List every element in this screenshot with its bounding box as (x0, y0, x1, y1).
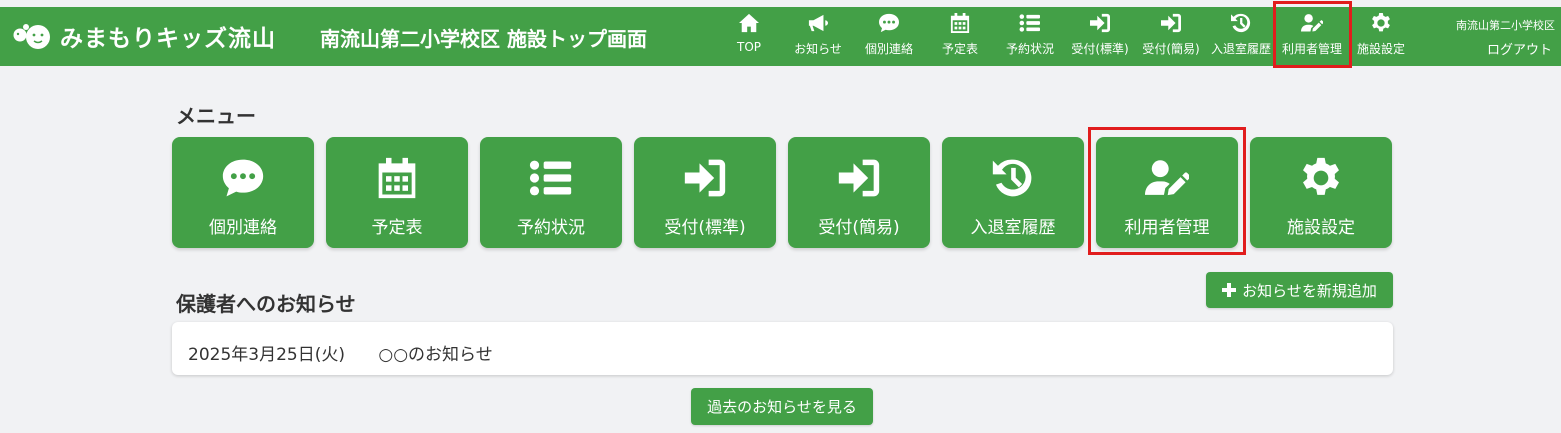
sign-in-icon (1089, 13, 1111, 33)
history-icon (1230, 13, 1252, 33)
nav-label: 予約状況 (1005, 42, 1054, 56)
nav-entry-history[interactable]: 入退室履歴 (1207, 13, 1275, 61)
sign-in-icon (837, 157, 881, 199)
menu-reception-simple[interactable]: 受付(簡易) (788, 137, 930, 248)
notice-list: 2025年3月25日(火) ○○のお知らせ (172, 322, 1393, 375)
add-notice-label: お知らせを新規追加 (1242, 281, 1377, 300)
menu-label: 入退室履歴 (970, 218, 1056, 238)
megaphone-icon (807, 13, 829, 33)
menu-reception-standard[interactable]: 受付(標準) (634, 137, 776, 248)
logout-link[interactable]: ログアウト (1487, 39, 1552, 58)
past-notices-label: 過去のお知らせを見る (707, 398, 857, 416)
menu-label: 個別連絡 (209, 218, 277, 238)
calendar-icon (375, 157, 419, 199)
chat-icon (221, 157, 265, 199)
list-icon (1019, 13, 1041, 33)
menu-label: 予定表 (371, 218, 423, 238)
sign-in-icon (683, 157, 727, 199)
notice-date: 2025年3月25日(火) (188, 345, 345, 365)
menu-entry-history[interactable]: 入退室履歴 (942, 137, 1084, 248)
nav-label: TOP (736, 40, 761, 54)
nav-reception-simple[interactable]: 受付(簡易) (1137, 13, 1205, 61)
highlight-box-nav (1273, 1, 1352, 68)
menu-individual-contact[interactable]: 個別連絡 (172, 137, 314, 248)
nav-facility-settings[interactable]: 施設設定 (1353, 13, 1409, 61)
menu-label: 予約状況 (517, 218, 585, 238)
nav-label: 入退室履歴 (1210, 42, 1271, 56)
gear-icon (1299, 157, 1343, 199)
past-notices-button[interactable]: 過去のお知らせを見る (691, 388, 873, 425)
nav-label: 施設設定 (1356, 42, 1405, 56)
menu-schedule[interactable]: 予定表 (326, 137, 468, 248)
nav-individual-contact[interactable]: 個別連絡 (860, 13, 918, 61)
list-icon (529, 157, 573, 199)
nav-label: 予定表 (941, 42, 978, 56)
sign-in-icon (1160, 13, 1182, 33)
history-icon (991, 157, 1035, 199)
menu-label: 受付(簡易) (818, 218, 900, 238)
list-item[interactable]: 2025年3月25日(火) ○○のお知らせ (188, 340, 493, 365)
chat-icon (878, 13, 900, 33)
nav-notices[interactable]: お知らせ (789, 13, 847, 61)
page-title: 南流山第二小学校区 施設トップ画面 (320, 27, 647, 51)
plus-icon (1222, 283, 1236, 297)
home-icon (738, 13, 760, 33)
nav-schedule[interactable]: 予定表 (938, 13, 982, 61)
school-name: 南流山第二小学校区 (1456, 19, 1555, 32)
app-logo[interactable]: みまもりキッズ流山 (12, 19, 276, 53)
menu-facility-settings[interactable]: 施設設定 (1250, 137, 1392, 248)
menu-reservation-status[interactable]: 予約状況 (480, 137, 622, 248)
menu-label: 受付(標準) (664, 218, 746, 238)
nav-reservation-status[interactable]: 予約状況 (1001, 13, 1059, 61)
notice-text: ○○のお知らせ (378, 345, 493, 365)
gear-icon (1370, 13, 1392, 33)
nav-top[interactable]: TOP (734, 13, 764, 61)
nav-reception-standard[interactable]: 受付(標準) (1066, 13, 1134, 61)
menu-title: メニュー (176, 104, 256, 128)
calendar-icon (949, 13, 971, 33)
nav-label: 受付(標準) (1071, 42, 1129, 56)
menu-label: 施設設定 (1287, 218, 1355, 238)
nav-label: 個別連絡 (864, 42, 913, 56)
logo-mark-icon (13, 24, 50, 49)
nav-label: お知らせ (794, 42, 842, 56)
highlight-box-menu (1088, 127, 1246, 255)
notices-title: 保護者へのお知らせ (176, 292, 356, 316)
nav-label: 受付(簡易) (1142, 42, 1200, 56)
logo-text: みまもりキッズ流山 (60, 26, 276, 52)
add-notice-button[interactable]: お知らせを新規追加 (1206, 272, 1393, 308)
